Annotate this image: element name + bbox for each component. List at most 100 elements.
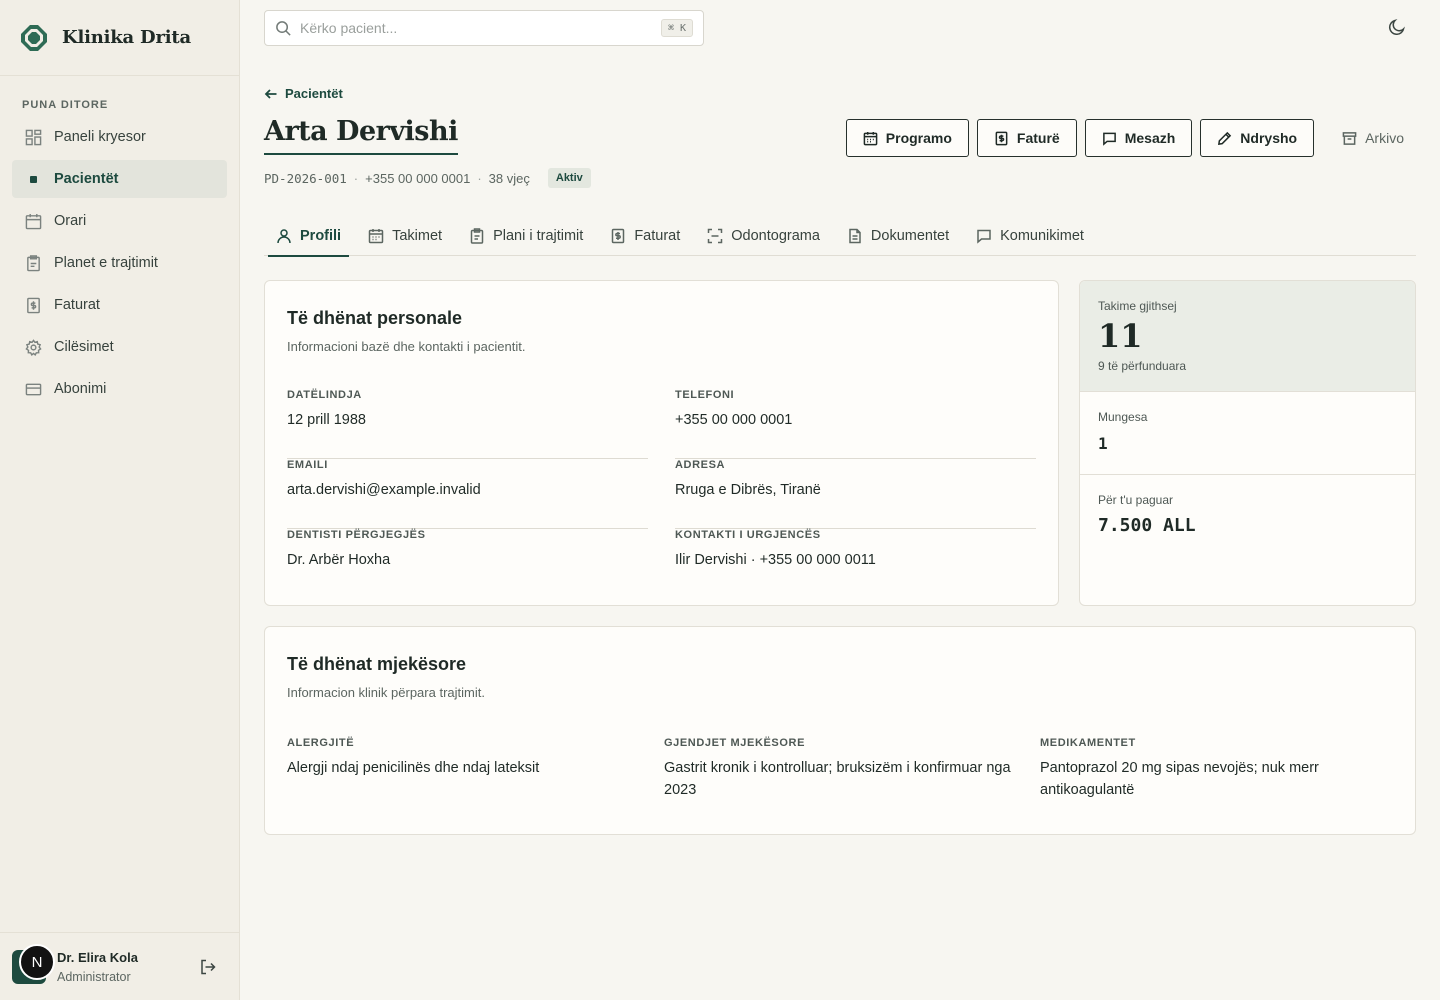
tab-invoices[interactable]: Faturat [602,215,688,256]
avatar[interactable]: N [19,944,55,980]
stat-total-appointments: Takime gjithsej 11 9 të përfunduara [1080,281,1415,392]
meta-separator: · [353,170,359,186]
sidebar-item-label: Abonimi [54,381,107,397]
edit-button-label: Ndrysho [1240,130,1298,146]
user-name: Dr. Elira Kola [57,950,138,965]
credit-card-icon [24,380,42,398]
nav-section-label: PUNA DITORE [22,99,109,111]
user-profile: N Dr. Elira Kola Administrator [0,932,239,1000]
field-value: Alergji ndaj penicilinës dhe ndaj lateks… [287,760,540,776]
message-button-label: Mesazh [1124,130,1176,146]
field-label: ALERGJITË [287,737,355,749]
schedule-button[interactable]: Programo [845,119,969,157]
field-label: DATËLINDJA [287,389,362,401]
sidebar-item-label: Pacientët [54,171,119,187]
status-badge: Aktiv [547,168,591,188]
back-to-patients-link[interactable]: Pacientët [264,86,343,101]
search-shortcut: ⌘ K [660,19,693,37]
schedule-button-label: Programo [885,130,952,146]
search-icon [276,20,291,36]
edit-button[interactable]: Ndrysho [1200,119,1315,157]
field-value: arta.dervishi@example.invalid [287,482,481,498]
sidebar-item-label: Orari [54,213,87,229]
invoice-icon [995,131,1008,145]
field-label: EMAILI [287,459,328,471]
sidebar-item-invoices[interactable]: Faturat [12,286,227,324]
field-value: 12 prill 1988 [287,412,366,428]
tab-label: Profili [300,227,342,244]
field-address: ADRESA Rruga e Dibrës, Tiranë [675,459,1036,529]
sidebar-item-treatment-plans[interactable]: Planet e trajtimit [12,244,227,282]
tab-label: Faturat [634,227,681,244]
patient-meta: PD-2026-001 · +355 00 000 0001 · 38 vjeç… [264,167,591,189]
sidebar-item-label: Cilësimet [54,339,114,355]
field-label: GJENDJET MJEKËSORE [664,737,806,749]
tab-odontogram[interactable]: Odontograma [699,215,828,256]
field-emergency-contact: KONTAKTI I URGJENCËS Ilir Dervishi · +35… [675,529,1036,599]
calendar-icon [863,131,878,145]
field-label: TELEFONI [675,389,735,401]
tab-communications[interactable]: Komunikimet [968,215,1092,256]
sidebar-item-dashboard[interactable]: Paneli kryesor [12,118,227,156]
stat-amount-due: Për t'u paguar 7.500 ALL [1080,475,1415,536]
logout-icon[interactable] [199,958,219,978]
card-subtitle: Informacion klinik përpara trajtimit. [287,685,485,700]
invoice-icon [612,228,625,243]
card-title: Të dhënat mjekësore [287,654,467,674]
patient-age: 38 vjeç [488,170,530,186]
user-role: Administrator [57,970,131,984]
tab-appointments[interactable]: Takimet [360,215,450,256]
tab-label: Komunikimet [1000,227,1084,244]
tab-label: Odontograma [731,227,820,244]
field-label: ADRESA [675,459,726,471]
field-value: Pantoprazol 20 mg sipas nevojës; nuk mer… [1040,760,1319,798]
field-birthdate: DATËLINDJA 12 prill 1988 [287,389,648,459]
tab-label: Dokumentet [870,227,950,244]
search-box[interactable]: ⌘ K [264,10,704,46]
stat-label: Takime gjithsej [1098,299,1177,313]
field-label: MEDIKAMENTET [1040,737,1136,749]
tab-treatment-plan[interactable]: Plani i trajtimit [461,215,591,256]
tab-profile[interactable]: Profili [268,215,350,257]
archive-icon [1342,131,1357,145]
tab-documents[interactable]: Dokumentet [839,215,957,256]
stat-label: Për t'u paguar [1098,493,1174,507]
card-subtitle: Informacioni bazë dhe kontakti i pacient… [287,339,526,354]
field-value: Ilir Dervishi · +355 00 000 0011 [675,552,876,568]
field-label: DENTISTI PËRGJEGJËS [287,529,426,541]
personal-data-card: Të dhënat personale Informacioni bazë dh… [264,280,1059,606]
stat-absences: Mungesa 1 [1080,392,1415,475]
clinic-logo-icon [21,24,47,51]
message-button[interactable]: Mesazh [1084,119,1193,157]
invoice-icon [24,296,42,314]
sidebar-item-schedule[interactable]: Orari [12,202,227,240]
sidebar-item-settings[interactable]: Cilësimet [12,328,227,366]
patient-phone: +355 00 000 0001 [365,170,471,186]
brand[interactable]: Klinika Drita [0,0,239,76]
stat-value: 7.500 ALL [1098,515,1196,536]
appointment-stats-card: Takime gjithsej 11 9 të përfunduara Mung… [1079,280,1416,606]
sidebar-item-subscription[interactable]: Abonimi [12,370,227,408]
archive-button[interactable]: Arkivo [1322,119,1416,157]
active-dot-icon [24,170,42,188]
sidebar-item-patients[interactable]: Pacientët [12,160,227,198]
patient-id: PD-2026-001 [264,170,347,186]
meta-separator: · [477,170,482,186]
field-allergies: ALERGJITË Alergji ndaj penicilinës dhe n… [287,737,637,779]
sidebar: Klinika Drita PUNA DITORE Paneli kryesor… [0,0,240,1000]
search-input[interactable] [300,20,640,36]
field-email: EMAILI arta.dervishi@example.invalid [287,459,648,529]
back-link-label: Pacientët [285,86,343,101]
field-value: +355 00 000 0001 [675,412,793,428]
invoice-button[interactable]: Faturë [976,119,1077,157]
brand-name: Klinika Drita [62,27,191,48]
field-medical-conditions: GJENDJET MJEKËSORE Gastrit kronik i kont… [664,737,1014,801]
theme-toggle-moon-icon[interactable] [1388,18,1408,38]
user-icon [277,228,291,243]
sidebar-item-label: Paneli kryesor [54,129,146,145]
stat-value: 11 [1098,317,1143,355]
clipboard-icon [24,254,42,272]
tab-label: Takimet [392,227,443,244]
page-title: Arta Dervishi [264,116,458,155]
clipboard-icon [470,227,484,244]
